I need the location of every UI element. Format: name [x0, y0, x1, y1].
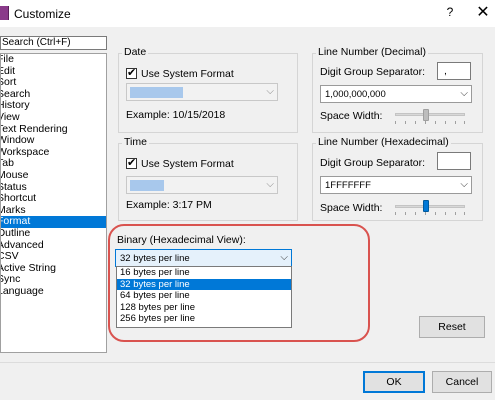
reset-button[interactable]: Reset: [419, 316, 485, 338]
highlight-annotation: [108, 224, 370, 342]
line-decimal-format-value: 1,000,000,000: [325, 89, 386, 100]
nav-item-outline[interactable]: Outline: [1, 227, 106, 240]
time-format-value: h:mm tt: [130, 180, 164, 191]
time-use-system-checkbox[interactable]: ✔: [126, 157, 137, 169]
date-format-value: MM/dd/yyyy: [130, 87, 183, 98]
cancel-button[interactable]: Cancel: [432, 371, 492, 393]
date-format-combo: MM/dd/yyyy ⌵: [126, 83, 278, 101]
line-hex-format-combo[interactable]: 1FFFFFFF ⌵: [320, 176, 472, 194]
time-format-combo: h:mm tt ⌵: [126, 176, 278, 194]
title-bar: Customize ? ✕: [0, 0, 495, 27]
date-example: Example: 10/15/2018: [126, 109, 226, 121]
chevron-down-icon: ⌵: [266, 86, 274, 97]
line-hex-space-width-label: Space Width:: [320, 202, 383, 214]
date-group-label: Date: [122, 46, 149, 58]
line-hex-space-width-slider[interactable]: [395, 205, 465, 208]
nav-item-language[interactable]: Language: [1, 285, 106, 298]
line-hex-format-value: 1FFFFFFF: [325, 180, 371, 191]
line-hex-group-label: Line Number (Hexadecimal): [316, 136, 451, 148]
nav-item-mouse[interactable]: Mouse: [1, 169, 106, 182]
category-list[interactable]: FileEditSortSearchHistoryViewText Render…: [0, 53, 107, 353]
nav-item-file[interactable]: File: [1, 54, 106, 66]
date-use-system-label: Use System Format: [141, 68, 234, 80]
line-hex-space-width-thumb[interactable]: [423, 200, 429, 212]
line-decimal-space-width-slider[interactable]: [395, 113, 465, 116]
window-title: Customize: [14, 7, 71, 21]
time-example: Example: 3:17 PM: [126, 199, 212, 211]
time-group-label: Time: [122, 136, 149, 148]
line-decimal-separator-input[interactable]: ,: [437, 62, 471, 80]
line-hex-separator-label: Digit Group Separator:: [320, 157, 426, 169]
line-decimal-group-label: Line Number (Decimal): [316, 46, 428, 58]
line-hex-separator-input[interactable]: [437, 152, 471, 170]
line-decimal-separator-label: Digit Group Separator:: [320, 66, 426, 78]
help-button[interactable]: ?: [440, 5, 460, 19]
chevron-down-icon: ⌵: [460, 88, 468, 99]
close-button[interactable]: ✕: [472, 2, 494, 22]
line-decimal-format-combo[interactable]: 1,000,000,000 ⌵: [320, 85, 472, 103]
nav-item-workspace[interactable]: Workspace: [1, 146, 106, 159]
app-icon: [0, 6, 9, 20]
check-icon: ✔: [127, 157, 137, 169]
chevron-down-icon: ⌵: [266, 179, 274, 190]
ok-button[interactable]: OK: [363, 371, 425, 393]
date-use-system-checkbox[interactable]: ✔: [126, 67, 137, 79]
line-decimal-space-width-label: Space Width:: [320, 110, 383, 122]
nav-item-window[interactable]: Window: [1, 135, 106, 147]
chevron-down-icon: ⌵: [460, 179, 468, 190]
search-input[interactable]: Search (Ctrl+F): [0, 36, 107, 50]
nav-item-shortcut[interactable]: Shortcut: [1, 193, 106, 205]
nav-item-view[interactable]: View: [1, 111, 106, 124]
check-icon: ✔: [127, 67, 137, 79]
nav-item-csv[interactable]: CSV: [1, 250, 106, 263]
time-use-system-label: Use System Format: [141, 158, 234, 170]
line-decimal-space-width-thumb[interactable]: [423, 109, 429, 121]
footer-divider: [0, 362, 495, 363]
